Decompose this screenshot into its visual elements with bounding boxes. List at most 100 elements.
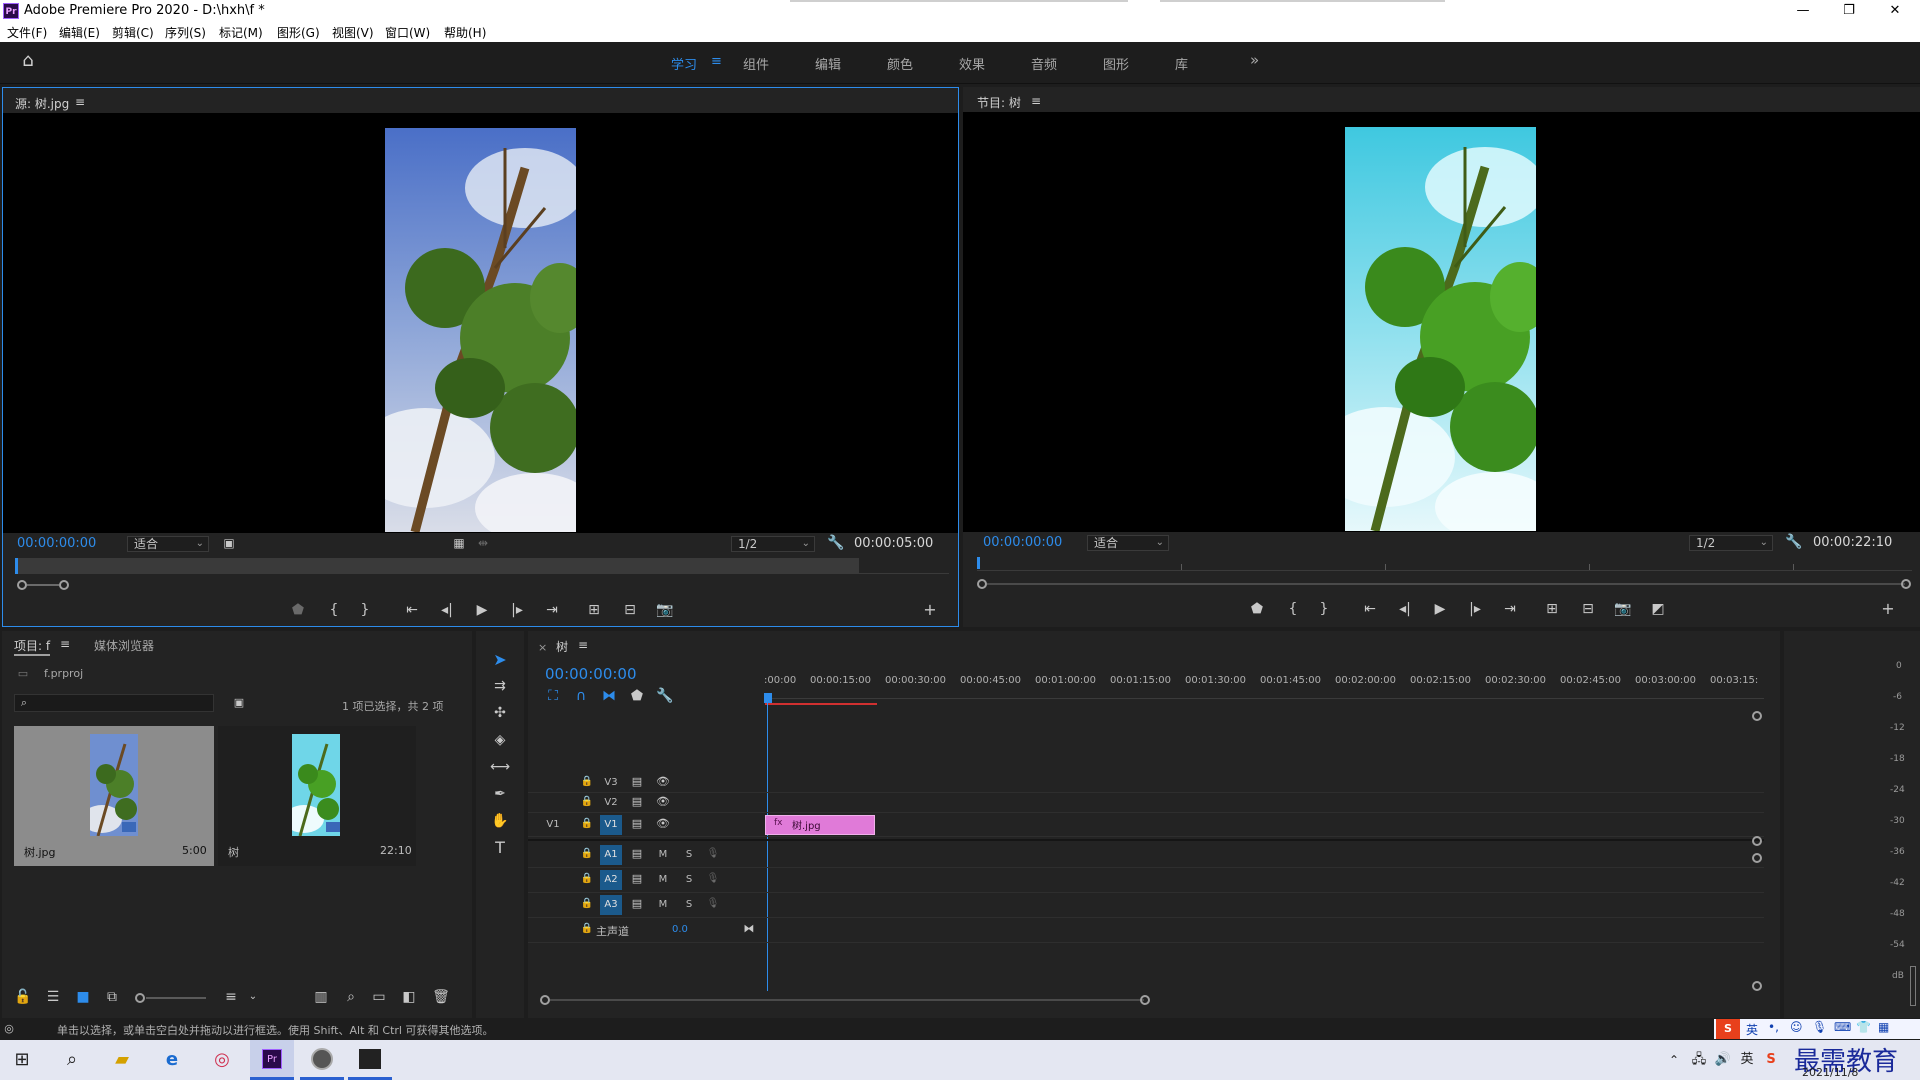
track-label[interactable]: A2	[600, 870, 622, 890]
pen-tool-icon[interactable]: ✒	[490, 785, 510, 803]
tray-date[interactable]: 2021/11/8	[1802, 1066, 1858, 1079]
program-playhead-timecode[interactable]: 00:00:00:00	[983, 535, 1062, 550]
thumbnail-size-slider[interactable]	[146, 997, 206, 999]
nest-icon[interactable]: ⛶	[544, 687, 562, 705]
menu-window[interactable]: 窗口(W)	[385, 24, 430, 41]
home-icon[interactable]: ⌂	[16, 52, 40, 70]
lift-icon[interactable]: ⊞	[1541, 600, 1563, 618]
lock-icon[interactable]: 🔒	[580, 920, 594, 938]
track-label[interactable]: V2	[600, 793, 622, 813]
chevron-down-icon[interactable]: ⌄	[246, 988, 260, 1006]
go-to-out-icon[interactable]: ⇥	[543, 601, 561, 619]
menu-markers[interactable]: 标记(M)	[219, 24, 263, 41]
mark-out-icon[interactable]: }	[356, 601, 374, 619]
source-resolution-dropdown[interactable]: 1/2 ⌄	[731, 536, 815, 552]
menu-clip[interactable]: 剪辑(C)	[112, 24, 154, 41]
source-panel-menu-icon[interactable]: ≡	[75, 95, 85, 109]
find-icon[interactable]: ⌕	[342, 988, 360, 1006]
track-label[interactable]: A1	[600, 845, 622, 865]
go-to-edit-icon[interactable]: ⧓	[742, 920, 756, 938]
list-view-icon[interactable]: ☰	[44, 988, 62, 1006]
horizontal-zoom-handle-right[interactable]	[1140, 995, 1150, 1005]
media-app-taskbar-button[interactable]	[300, 1040, 344, 1080]
drag-video-icon[interactable]: ▣	[221, 534, 237, 552]
windows-start-icon[interactable]: ⊞	[2, 1044, 42, 1076]
timeline-close-icon[interactable]: ×	[538, 641, 547, 654]
add-button-icon[interactable]: +	[1879, 600, 1897, 618]
ime-language-toggle[interactable]: 英	[1746, 1021, 1758, 1038]
solo-button[interactable]: S	[682, 870, 696, 890]
solo-button[interactable]: S	[682, 845, 696, 865]
menu-view[interactable]: 视图(V)	[332, 24, 374, 41]
hand-tool-icon[interactable]: ✋	[490, 812, 510, 830]
mark-in-icon[interactable]: {	[1284, 600, 1302, 618]
ime-keyboard-icon[interactable]: ⌨	[1834, 1020, 1851, 1034]
go-to-out-icon[interactable]: ⇥	[1501, 600, 1519, 618]
comparison-view-icon[interactable]: ◩	[1647, 600, 1669, 618]
eye-icon[interactable]: 👁	[656, 793, 670, 811]
tab-project[interactable]: 项目: f	[14, 637, 51, 656]
step-forward-icon[interactable]: |▸	[1466, 600, 1484, 618]
sync-lock-icon[interactable]: ▤	[630, 793, 644, 811]
play-icon[interactable]: ▶	[473, 601, 491, 619]
sogou-ime-icon[interactable]: S	[1716, 1019, 1740, 1039]
source-playhead-timecode[interactable]: 00:00:00:00	[17, 536, 96, 551]
program-zoom-bar[interactable]	[987, 583, 1905, 585]
network-icon[interactable]: 🖧	[1688, 1044, 1710, 1076]
workspace-audio[interactable]: 音频	[1031, 54, 1057, 73]
workspace-assembly[interactable]: 组件	[743, 54, 769, 73]
track-label[interactable]: V3	[600, 773, 622, 793]
sync-lock-icon[interactable]: ▤	[630, 845, 644, 863]
add-button-icon[interactable]: +	[921, 601, 939, 619]
timeline-panel-menu-icon[interactable]: ≡	[578, 638, 588, 652]
drag-video-only-icon[interactable]: ▦	[451, 534, 467, 552]
drag-audio-only-icon[interactable]: ⇹	[475, 534, 491, 552]
horizontal-zoom-handle-left[interactable]	[540, 995, 550, 1005]
lock-icon[interactable]: 🔒	[580, 895, 594, 913]
menu-sequence[interactable]: 序列(S)	[165, 24, 206, 41]
mute-button[interactable]: M	[656, 845, 670, 865]
source-zoom-bar[interactable]	[27, 584, 59, 586]
play-icon[interactable]: ▶	[1431, 600, 1449, 618]
export-frame-icon[interactable]: 📷	[1612, 600, 1634, 618]
track-label[interactable]: V1	[600, 815, 622, 835]
program-playhead[interactable]	[977, 557, 980, 569]
mark-out-icon[interactable]: }	[1315, 600, 1333, 618]
lock-icon[interactable]: 🔒	[580, 815, 594, 833]
project-item[interactable]: 树 22:10	[218, 726, 416, 866]
workspace-editing[interactable]: 编辑	[815, 54, 841, 73]
icon-view-icon[interactable]: ■	[74, 988, 92, 1006]
ime-voice-icon[interactable]: 🎙	[1812, 1020, 1827, 1034]
export-frame-icon[interactable]: 📷	[654, 601, 676, 619]
lock-icon[interactable]: 🔒	[580, 845, 594, 863]
workspace-libraries[interactable]: 库	[1175, 54, 1188, 73]
workspace-learn[interactable]: 学习	[671, 54, 697, 73]
mute-button[interactable]: M	[656, 895, 670, 915]
sogou-tray-icon[interactable]: S	[1760, 1044, 1782, 1076]
playhead-handle[interactable]	[764, 693, 772, 703]
lock-icon[interactable]: 🔓	[14, 988, 31, 1006]
source-fit-dropdown[interactable]: 适合 ⌄	[127, 536, 209, 552]
insert-icon[interactable]: ⊞	[583, 601, 605, 619]
menu-help[interactable]: 帮助(H)	[444, 24, 486, 41]
project-item-selected[interactable]: 树.jpg 5:00	[14, 726, 214, 866]
automate-to-sequence-icon[interactable]: ▥	[312, 988, 330, 1006]
source-zoom-handle-right[interactable]	[59, 580, 69, 590]
go-to-in-icon[interactable]: ⇤	[403, 601, 421, 619]
sort-icon[interactable]: ≡	[222, 988, 240, 1006]
source-patch-label[interactable]: V1	[542, 815, 564, 835]
trash-icon[interactable]: 🗑	[432, 988, 450, 1006]
ime-emoji-icon[interactable]: ☺	[1790, 1020, 1803, 1034]
sync-lock-icon[interactable]: ▤	[630, 815, 644, 833]
horizontal-scrollbar[interactable]	[550, 999, 1144, 1001]
master-volume-value[interactable]: 0.0	[672, 924, 688, 935]
timeline-clip[interactable]: fx 树.jpg	[765, 815, 875, 835]
extract-icon[interactable]: ⊟	[1577, 600, 1599, 618]
step-forward-icon[interactable]: |▸	[508, 601, 526, 619]
add-marker-icon[interactable]: ⬟	[1248, 600, 1266, 618]
eye-icon[interactable]: 👁	[656, 815, 670, 833]
track-label[interactable]: A3	[600, 895, 622, 915]
source-zoom-handle-left[interactable]	[17, 580, 27, 590]
lock-icon[interactable]: 🔒	[580, 793, 594, 811]
eye-icon[interactable]: 👁	[656, 773, 670, 791]
